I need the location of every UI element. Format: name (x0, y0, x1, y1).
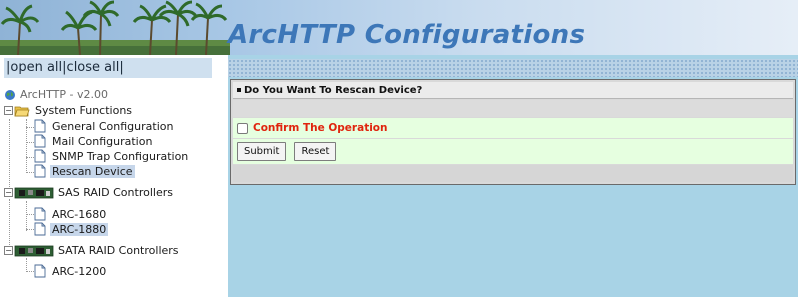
confirm-row: Confirm The Operation (233, 118, 793, 138)
form-spacer (233, 165, 793, 182)
tree-item-label: ARC-1200 (52, 264, 107, 278)
confirm-label: Confirm The Operation (253, 122, 388, 134)
folder-open-icon (14, 106, 30, 116)
main-content: Do You Want To Rescan Device? Confirm Th… (228, 55, 798, 297)
document-icon (34, 149, 46, 163)
tree-item-general-configuration[interactable]: General Configuration (34, 119, 175, 133)
tree-folder-label: System Functions (35, 104, 133, 117)
tree-connector (26, 214, 34, 215)
tree-item-label: ARC-1680 (52, 207, 107, 221)
collapse-icon[interactable]: − (4, 246, 13, 255)
tree-item-label: Rescan Device (50, 164, 135, 178)
tree-item-mail-configuration[interactable]: Mail Configuration (34, 134, 154, 148)
tree-item-label: SNMP Trap Configuration (52, 149, 189, 163)
tree-item-rescan-device[interactable]: Rescan Device (34, 164, 135, 178)
open-all-link[interactable]: open all (10, 60, 62, 75)
tree-item-label: Mail Configuration (52, 134, 153, 148)
header-banner: ArcHTTP Configurations (0, 0, 798, 55)
tree-connector (26, 201, 27, 231)
tree-item-snmp-trap-configuration[interactable]: SNMP Trap Configuration (34, 149, 190, 163)
tree-connector (26, 142, 34, 143)
bullet-icon (237, 88, 241, 92)
form-header: Do You Want To Rescan Device? (233, 82, 793, 99)
tree-connector (26, 271, 34, 272)
document-icon (34, 164, 46, 178)
tree-connector (26, 127, 34, 128)
document-icon (34, 264, 46, 278)
tree-folder-sas-raid-controllers[interactable]: − SAS RAID Controllers (4, 186, 175, 199)
raid-card-icon (14, 187, 54, 198)
button-row: Submit Reset (233, 139, 793, 164)
tree-connector (26, 172, 34, 173)
document-icon (34, 222, 46, 236)
tree-item-arc-1200[interactable]: ARC-1200 (34, 264, 108, 278)
tree-item-label: ARC-1880 (50, 222, 109, 236)
tree-item-label: General Configuration (52, 119, 174, 133)
navigation-tree: |open all|close all| ArcHTTP - v2.00 − S… (0, 55, 228, 297)
raid-card-icon (14, 245, 54, 256)
collapse-icon[interactable]: − (4, 106, 13, 115)
tree-root[interactable]: ArcHTTP - v2.00 (4, 88, 110, 101)
tree-connector (9, 119, 10, 191)
tree-item-arc-1880[interactable]: ARC-1880 (34, 222, 109, 236)
tree-root-label: ArcHTTP - v2.00 (20, 88, 108, 101)
document-icon (34, 119, 46, 133)
tree-folder-sata-raid-controllers[interactable]: − SATA RAID Controllers (4, 244, 181, 257)
decorative-strip (228, 59, 798, 77)
tree-folder-label: SAS RAID Controllers (58, 186, 173, 199)
close-all-link[interactable]: close all (67, 60, 120, 75)
submit-button[interactable]: Submit (237, 142, 287, 161)
palm-trees-image (0, 0, 230, 55)
rescan-form: Do You Want To Rescan Device? Confirm Th… (230, 79, 796, 185)
tree-connector (26, 258, 27, 272)
page-title: ArcHTTP Configurations (228, 20, 586, 50)
collapse-icon[interactable]: − (4, 188, 13, 197)
tree-connector (26, 229, 34, 230)
confirm-checkbox[interactable] (237, 122, 248, 134)
globe-icon (5, 89, 15, 100)
document-icon (34, 134, 46, 148)
form-header-text: Do You Want To Rescan Device? (244, 85, 423, 96)
reset-button[interactable]: Reset (294, 142, 337, 161)
document-icon (34, 207, 46, 221)
tree-item-arc-1680[interactable]: ARC-1680 (34, 207, 108, 221)
tree-folder-system-functions[interactable]: − System Functions (4, 104, 134, 117)
tree-folder-label: SATA RAID Controllers (58, 244, 179, 257)
tree-connector (26, 157, 34, 158)
form-spacer (233, 100, 793, 117)
separator: | (119, 60, 124, 75)
open-close-bar: |open all|close all| (4, 58, 212, 78)
